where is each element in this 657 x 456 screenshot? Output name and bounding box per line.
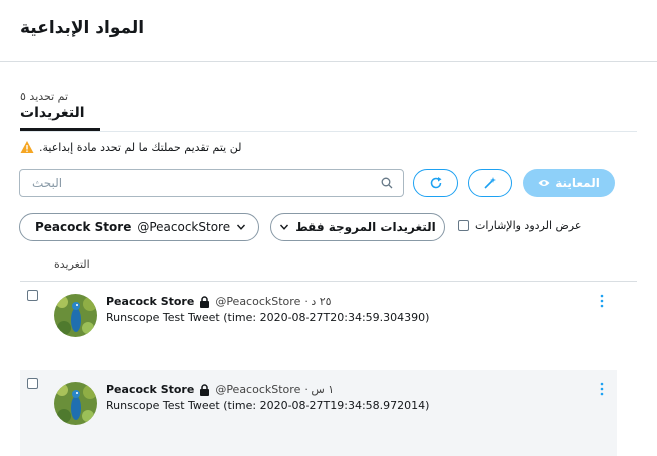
tab-tweets[interactable]: تم تحديد ٥ التغريدات — [20, 90, 100, 121]
search-icon — [381, 177, 393, 189]
creative-warning: .لن يتم تقديم حملتك ما لم تحدد مادة إبدا… — [20, 140, 241, 154]
avatar — [54, 294, 97, 337]
lock-icon — [200, 383, 210, 396]
lock-icon — [200, 295, 210, 308]
search-placeholder: البحث — [32, 176, 63, 190]
refresh-icon — [430, 177, 441, 189]
row-checkbox[interactable] — [27, 378, 38, 389]
search-input[interactable]: البحث — [19, 169, 404, 197]
create-tweet-button[interactable] — [468, 169, 512, 197]
chevron-down-icon — [237, 224, 246, 230]
row-checkbox[interactable] — [27, 290, 38, 301]
table-row[interactable]: Peacock Store @PeacockStore ١ س · Runsco… — [20, 370, 617, 456]
eye-icon — [538, 180, 550, 186]
tweet-text: Runscope Test Tweet (time: 2020-08-27T19… — [106, 399, 430, 412]
show-replies-toggle[interactable]: عرض الردود والإشارات — [458, 219, 581, 232]
page-header: المواد الإبداعية — [0, 0, 657, 62]
column-header-tweet: التغريدة — [54, 258, 90, 271]
tweet-type-dropdown[interactable]: التغريدات المروجة فقط — [270, 213, 445, 241]
avatar — [54, 382, 97, 425]
more-options-icon[interactable] — [600, 382, 604, 396]
tweet-timestamp: ١ س · — [304, 383, 335, 396]
tweet-type-label: التغريدات المروجة فقط — [295, 220, 436, 234]
tweet-author-handle: @PeacockStore — [215, 383, 301, 396]
tab-label: التغريدات — [20, 105, 85, 121]
tweet-author-name: Peacock Store — [106, 295, 195, 308]
account-selector[interactable]: Peacock Store @PeacockStore — [19, 213, 259, 241]
tweet-timestamp: ٢٥ د · — [304, 295, 332, 308]
show-replies-checkbox[interactable] — [458, 220, 469, 231]
page-title: المواد الإبداعية — [20, 18, 145, 38]
chevron-down-icon — [280, 224, 289, 230]
tweet-text: Runscope Test Tweet (time: 2020-08-27T20… — [106, 311, 430, 324]
show-replies-label: عرض الردود والإشارات — [475, 219, 582, 232]
table-row[interactable]: Peacock Store @PeacockStore ٢٥ د · Runsc… — [20, 282, 617, 370]
tweet-header: Peacock Store @PeacockStore ١ س · — [106, 383, 334, 396]
preview-button-label: المعاينة — [555, 176, 600, 190]
magic-wand-icon — [484, 177, 496, 189]
account-handle: @PeacockStore — [137, 220, 231, 234]
tabs-divider — [20, 131, 637, 132]
warning-text: .لن يتم تقديم حملتك ما لم تحدد مادة إبدا… — [39, 140, 242, 154]
tweet-author-handle: @PeacockStore — [215, 295, 301, 308]
tweet-author-name: Peacock Store — [106, 383, 195, 396]
more-options-icon[interactable] — [600, 294, 604, 308]
warning-icon — [20, 141, 34, 153]
refresh-button[interactable] — [413, 169, 458, 197]
account-name: Peacock Store — [35, 220, 132, 234]
tab-selected-count: تم تحديد ٥ — [20, 90, 69, 103]
preview-button[interactable]: المعاينة — [523, 169, 615, 197]
tweet-header: Peacock Store @PeacockStore ٢٥ د · — [106, 295, 332, 308]
